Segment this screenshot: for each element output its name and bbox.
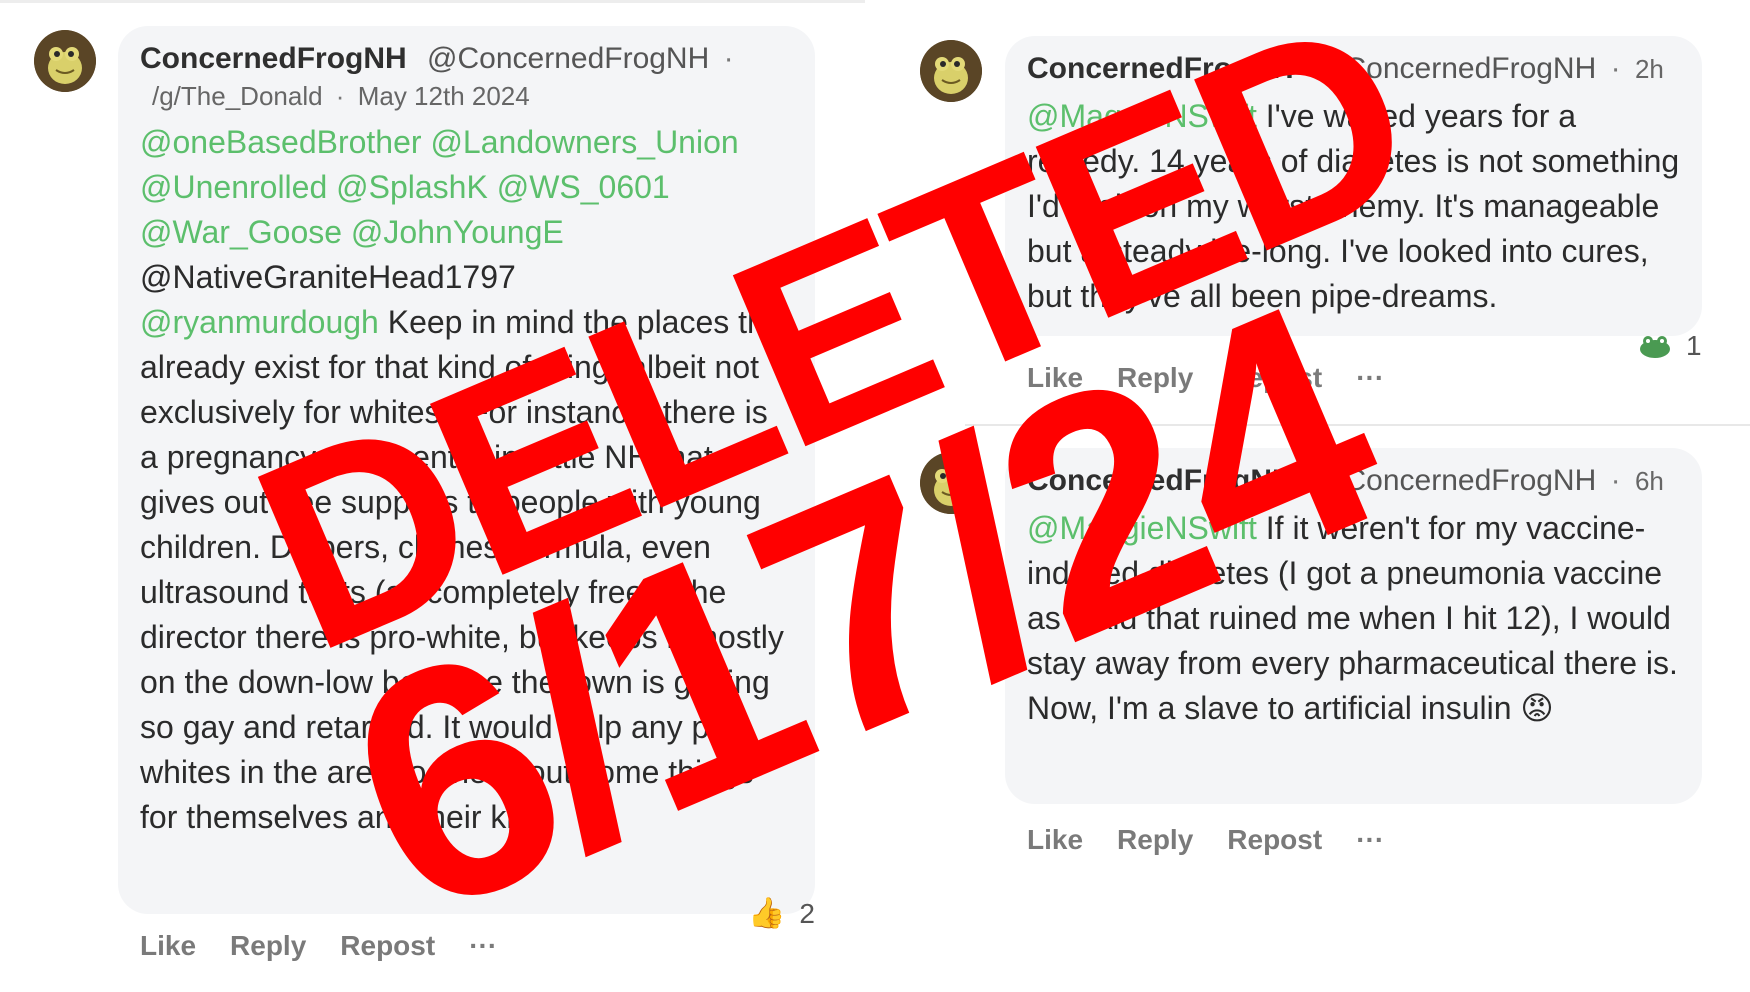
reaction-summary[interactable]: 1 [1638,330,1702,362]
comment-actions: Like Reply Repost ··· [1027,824,1384,856]
post-time: 6h [1634,466,1664,496]
reply-button[interactable]: Reply [230,930,306,962]
more-options-button[interactable]: ··· [1356,362,1384,394]
frog-avatar-icon [34,30,96,92]
angry-face-icon: 😡 [1520,690,1554,726]
mention-link[interactable]: @oneBasedBrother @Landowners_Union [140,120,793,165]
author-name[interactable]: ConcernedFrogNH [1027,52,1294,85]
more-options-button[interactable]: ··· [469,930,497,962]
frog-avatar-icon [920,40,982,102]
more-options-button[interactable]: ··· [1356,824,1384,856]
top-divider [0,0,865,3]
separator: · [1610,464,1621,497]
frog-avatar-icon [920,452,982,514]
comment-bubble: ConcernedFrogNH @ConcernedFrogNH · 6h @M… [1005,448,1702,804]
author-name[interactable]: ConcernedFrogNH [1027,464,1294,497]
comment-text: Keep in mind the places that already exi… [140,304,792,835]
like-button[interactable]: Like [1027,824,1083,856]
comment-bubble: ConcernedFrogNH @ConcernedFrogNH · /g/Th… [118,26,815,914]
comment-actions: Like Reply Repost ··· [140,930,497,962]
reaction-summary[interactable]: 👍 2 [748,896,815,931]
mention-link[interactable]: @Unenrolled @SplashK @WS_0601 [140,165,793,210]
mention-link[interactable]: @MaggieNSwift [1027,98,1257,134]
comment-actions: Like Reply Repost ··· [1027,362,1384,394]
separator: · [1610,52,1621,85]
mention-link[interactable]: @War_Goose @JohnYoungE [140,210,793,255]
comment-bubble: ConcernedFrogNH @ConcernedFrogNH · 2h @M… [1005,36,1702,336]
reply-button[interactable]: Reply [1117,362,1193,394]
author-handle[interactable]: @ConcernedFrogNH [427,42,709,75]
author-handle[interactable]: @ConcernedFrogNH [1314,52,1596,85]
comment-header: ConcernedFrogNH @ConcernedFrogNH · 6h [1027,462,1680,500]
reaction-count: 1 [1686,330,1702,361]
post-time: 2h [1634,54,1664,84]
thumbs-up-icon: 👍 [748,897,786,930]
post-date: May 12th 2024 [357,81,530,111]
author-handle[interactable]: @ConcernedFrogNH [1314,464,1596,497]
repost-button[interactable]: Repost [1227,824,1322,856]
author-name[interactable]: ConcernedFrogNH [140,42,407,75]
avatar[interactable] [920,452,982,514]
mention-link[interactable]: @MaggieNSwift [1027,510,1257,546]
reply-button[interactable]: Reply [1117,824,1193,856]
comment-body: @MaggieNSwift I've waited years for a re… [1027,94,1680,319]
avatar[interactable] [34,30,96,92]
comment-header: ConcernedFrogNH @ConcernedFrogNH · 2h [1027,50,1680,88]
separator: · [723,42,734,75]
avatar[interactable] [920,40,982,102]
community-link[interactable]: /g/The_Donald [152,81,323,111]
reaction-count: 2 [799,897,815,929]
frog-icon [1638,333,1672,359]
comment-meta: /g/The_Donald · May 12th 2024 [152,78,793,114]
repost-button[interactable]: Repost [340,930,435,962]
comment-header: ConcernedFrogNH @ConcernedFrogNH · [140,40,793,78]
comment-body: @MaggieNSwift If it weren't for my vacci… [1027,506,1680,731]
like-button[interactable]: Like [140,930,196,962]
separator: · [335,81,345,111]
comment-body: @oneBasedBrother @Landowners_Union @Unen… [140,120,793,840]
like-button[interactable]: Like [1027,362,1083,394]
thread-divider [965,424,1750,426]
repost-button[interactable]: Repost [1227,362,1322,394]
mention-link[interactable]: @ryanmurdough [140,304,379,340]
mention-link[interactable]: @NativeGraniteHead1797 [140,255,793,300]
